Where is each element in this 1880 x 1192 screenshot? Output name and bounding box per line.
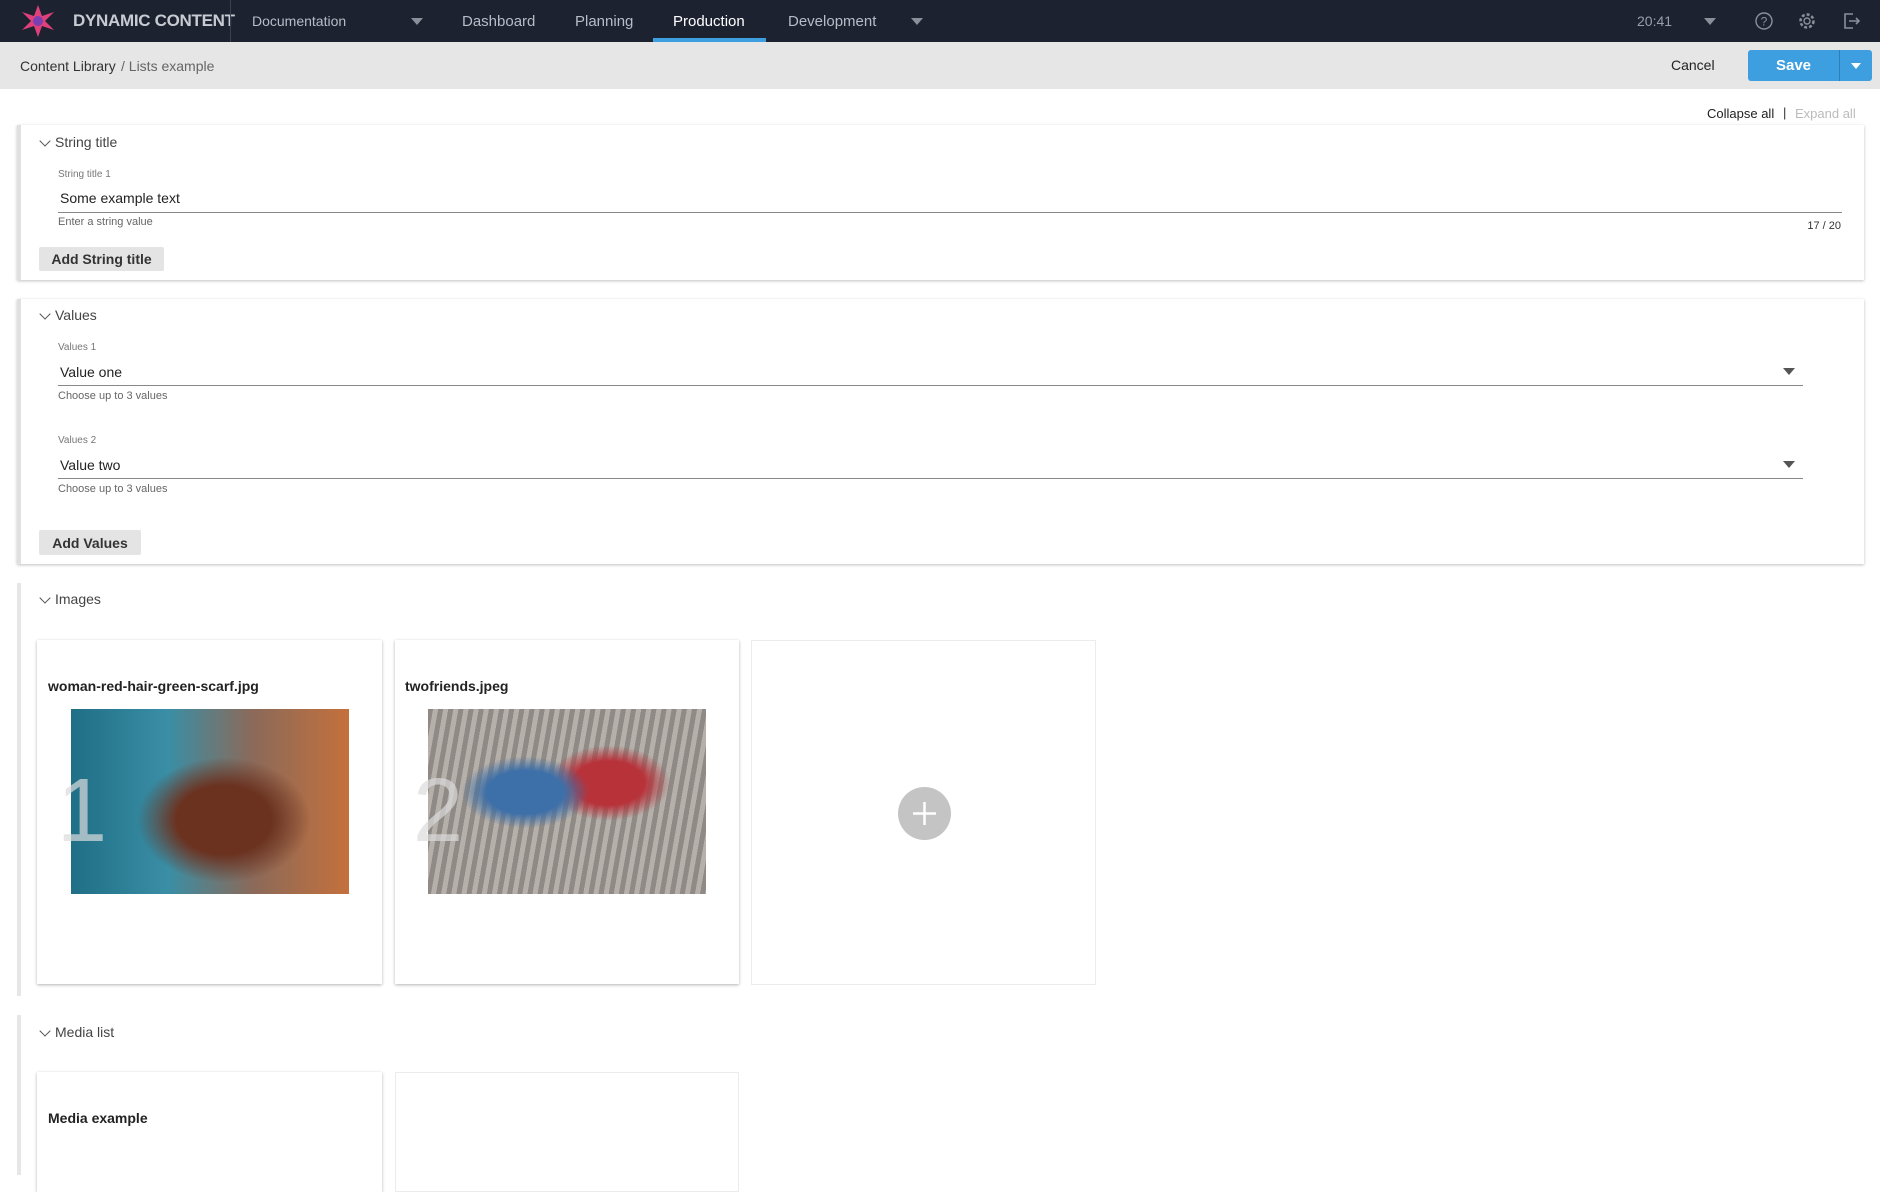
collapse-chevron-icon[interactable]: [39, 1025, 51, 1037]
item-index: 1: [57, 761, 108, 861]
save-options-button[interactable]: [1841, 50, 1872, 81]
expand-all-link[interactable]: Expand all: [1795, 106, 1856, 121]
cancel-button[interactable]: Cancel: [1671, 57, 1715, 73]
plus-icon: [898, 787, 951, 840]
image-card[interactable]: woman-red-hair-green-scarf.jpg 1: [37, 640, 382, 984]
tab-dashboard[interactable]: Dashboard: [462, 13, 535, 30]
svg-text:?: ?: [1761, 15, 1768, 29]
media-card[interactable]: Media example: [37, 1072, 382, 1192]
collapse-chevron-icon[interactable]: [39, 135, 51, 147]
helper-text: Choose up to 3 values: [58, 390, 168, 402]
hub-dropdown-icon[interactable]: [411, 18, 423, 25]
add-media-card[interactable]: [395, 1072, 739, 1192]
collapse-chevron-icon[interactable]: [39, 592, 51, 604]
tab-planning[interactable]: Planning: [575, 13, 633, 30]
time-dropdown-icon[interactable]: [1704, 18, 1716, 25]
image-filename: twofriends.jpeg: [405, 678, 509, 694]
top-nav: DYNAMIC CONTENT Documentation Dashboard …: [0, 0, 1880, 42]
values-2-select[interactable]: Value two: [60, 457, 120, 473]
settings-gear-icon[interactable]: [1797, 11, 1817, 31]
section-title: Values: [55, 307, 97, 323]
image-thumbnail: [71, 709, 349, 894]
media-title: Media example: [48, 1110, 148, 1126]
brand-name: DYNAMIC CONTENT: [73, 11, 235, 30]
sub-header: Content Library / Lists example Cancel S…: [0, 42, 1880, 89]
development-dropdown-icon[interactable]: [911, 18, 923, 25]
clock: 20:41: [1637, 13, 1673, 29]
image-thumbnail: [428, 709, 706, 894]
field-label: Values 1: [58, 342, 97, 353]
divider: [230, 0, 231, 42]
dropdown-arrow-icon[interactable]: [1783, 461, 1795, 468]
separator: |: [1783, 105, 1787, 120]
tab-development[interactable]: Development: [788, 13, 876, 30]
field-label: Values 2: [58, 435, 97, 446]
dropdown-arrow-icon[interactable]: [1783, 368, 1795, 375]
helper-text: Choose up to 3 values: [58, 483, 168, 495]
values-section: Values Values 1 Value one Choose up to 3…: [17, 299, 1864, 564]
collapse-chevron-icon[interactable]: [39, 308, 51, 320]
add-values-button[interactable]: Add Values: [39, 530, 141, 555]
add-image-card[interactable]: [751, 640, 1096, 985]
section-title: String title: [55, 134, 118, 150]
logout-icon[interactable]: [1841, 11, 1861, 31]
help-icon[interactable]: ?: [1754, 11, 1774, 31]
helper-text: Enter a string value: [58, 216, 153, 228]
string-title-section: String title String title 1 Some example…: [17, 125, 1864, 280]
item-index: 2: [413, 761, 464, 861]
tab-production[interactable]: Production: [653, 0, 766, 42]
string-title-input[interactable]: Some example text: [60, 190, 180, 206]
logo-icon: [22, 5, 54, 37]
select-underline: [58, 385, 1803, 386]
save-button-group: Save: [1748, 50, 1872, 81]
hub-selector[interactable]: Documentation: [252, 13, 346, 29]
section-title: Media list: [55, 1024, 115, 1040]
chevron-down-icon: [1851, 63, 1861, 69]
add-string-title-button[interactable]: Add String title: [39, 247, 164, 271]
collapse-all-link[interactable]: Collapse all: [1707, 106, 1774, 121]
select-underline: [58, 478, 1803, 479]
image-filename: woman-red-hair-green-scarf.jpg: [48, 678, 259, 694]
input-underline: [58, 212, 1842, 213]
tab-production-label: Production: [673, 13, 745, 30]
save-button[interactable]: Save: [1748, 50, 1840, 81]
image-card[interactable]: twofriends.jpeg 2: [395, 640, 739, 984]
values-1-select[interactable]: Value one: [60, 364, 122, 380]
breadcrumb-root[interactable]: Content Library: [20, 58, 116, 74]
section-title: Images: [55, 591, 101, 607]
breadcrumb-current: / Lists example: [121, 58, 215, 74]
field-label: String title 1: [58, 169, 111, 180]
char-counter: 17 / 20: [1807, 220, 1841, 232]
